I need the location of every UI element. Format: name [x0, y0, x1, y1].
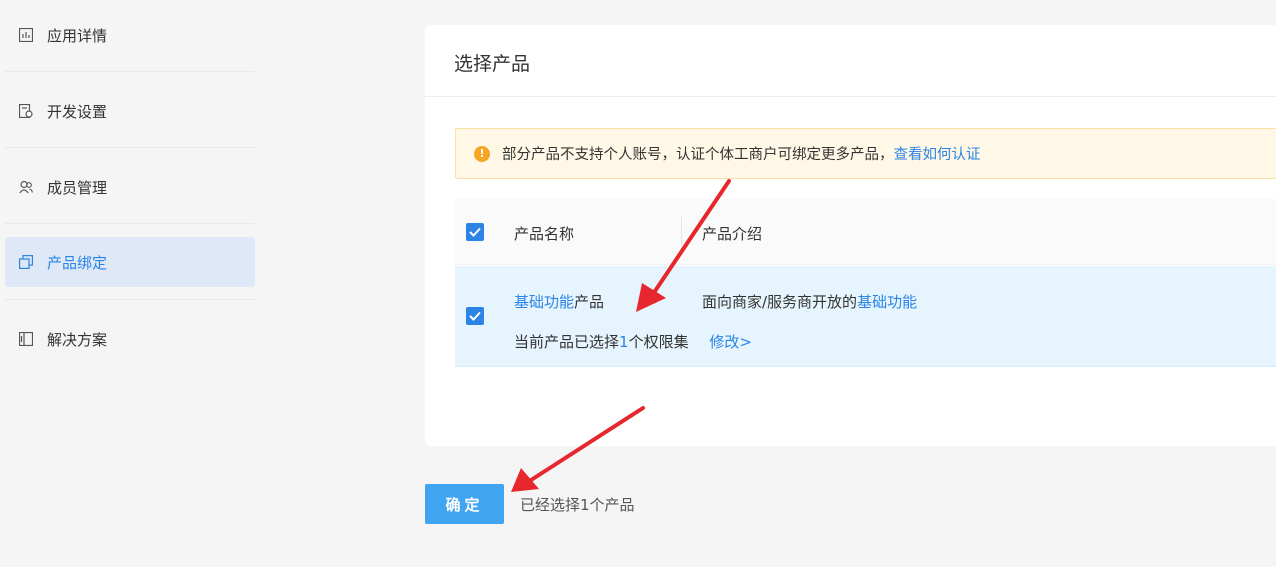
selected-count-text: 已经选择1个产品 — [520, 496, 635, 514]
sidebar-item-label: 产品绑定 — [47, 253, 108, 272]
product-name-highlight[interactable]: 基础功能 — [514, 293, 574, 311]
table-header: 产品名称 产品介绍 — [455, 199, 1276, 265]
warning-icon: ! — [474, 145, 490, 162]
sidebar-item-label: 解决方案 — [47, 330, 108, 349]
modify-link[interactable]: 修改> — [709, 333, 752, 351]
perm-prefix: 当前产品已选择 — [514, 333, 620, 351]
column-header-desc: 产品介绍 — [702, 225, 763, 243]
sidebar-item-app-details[interactable]: 应用详情 — [5, 10, 255, 60]
product-desc-highlight[interactable]: 基础功能 — [857, 293, 917, 311]
verify-help-link[interactable]: 查看如何认证 — [894, 143, 981, 164]
sidebar-item-label: 开发设置 — [47, 102, 108, 121]
page-title: 选择产品 — [454, 53, 531, 75]
table-row[interactable]: 基础功能产品 面向商家/服务商开放的基础功能 当前产品已选择1个权限集 修改> — [455, 266, 1276, 367]
notice-text: 部分产品不支持个人账号，认证个体工商户可绑定更多产品， — [502, 147, 894, 163]
sidebar-item-product-binding[interactable]: 产品绑定 — [5, 237, 255, 287]
divider — [5, 223, 255, 224]
product-name-rest: 产品 — [574, 293, 605, 311]
perm-suffix: 个权限集 — [628, 333, 689, 351]
chart-icon — [19, 28, 33, 42]
divider — [5, 147, 255, 148]
bind-icon — [19, 255, 33, 269]
confirm-button[interactable]: 确定 — [425, 484, 504, 524]
select-all-checkbox[interactable] — [466, 223, 484, 241]
notice-banner: ! 部分产品不支持个人账号，认证个体工商户可绑定更多产品， 查看如何认证 — [455, 128, 1276, 179]
column-divider — [681, 217, 682, 247]
product-select-card: 选择产品 ! 部分产品不支持个人账号，认证个体工商户可绑定更多产品， 查看如何认… — [425, 25, 1276, 446]
product-name: 基础功能产品 — [514, 291, 604, 312]
permission-summary: 当前产品已选择1个权限集 修改> — [514, 331, 752, 352]
sidebar-item-members[interactable]: 成员管理 — [5, 162, 255, 212]
product-desc-prefix: 面向商家/服务商开放的 — [702, 293, 858, 311]
settings-doc-icon — [19, 104, 33, 118]
column-header-name: 产品名称 — [514, 225, 575, 243]
sidebar-item-solutions[interactable]: 解决方案 — [5, 314, 255, 364]
product-description: 面向商家/服务商开放的基础功能 — [702, 291, 917, 312]
sidebar: 应用详情 开发设置 成员管理 产品绑定 解决方案 — [0, 0, 262, 567]
perm-count: 1 — [619, 333, 629, 351]
users-icon — [19, 180, 33, 194]
check-icon — [469, 311, 481, 321]
divider — [425, 96, 1276, 97]
sidebar-item-label: 成员管理 — [47, 178, 108, 197]
sidebar-item-dev-settings[interactable]: 开发设置 — [5, 86, 255, 136]
solution-icon — [19, 332, 33, 346]
sidebar-item-label: 应用详情 — [47, 26, 108, 45]
row-checkbox[interactable] — [466, 307, 484, 325]
divider — [5, 299, 255, 300]
divider — [5, 71, 255, 72]
check-icon — [469, 227, 481, 237]
